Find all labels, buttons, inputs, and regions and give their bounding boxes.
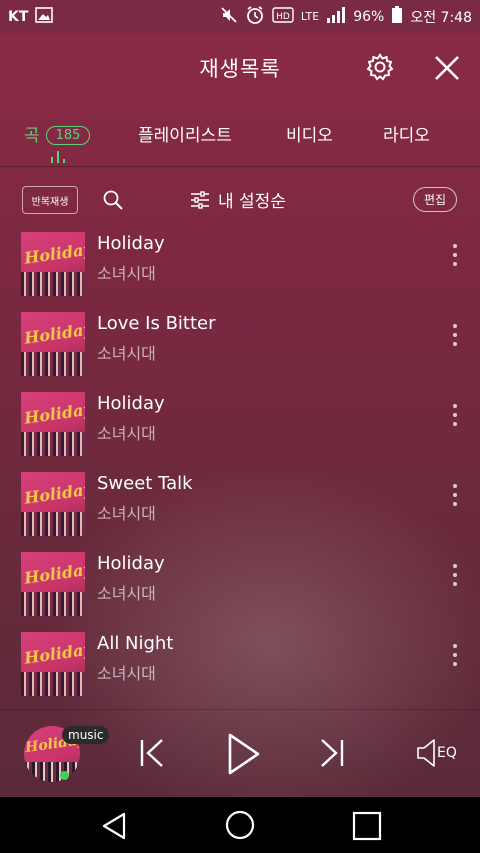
song-artist: 소녀시대	[97, 584, 156, 603]
edit-label: 편집	[423, 193, 447, 207]
song-title: Holiday	[97, 393, 165, 414]
carrier-label: KT	[8, 8, 29, 25]
song-artist: 소녀시대	[97, 504, 156, 523]
song-artist: 소녀시대	[97, 424, 156, 443]
next-track-icon[interactable]	[316, 736, 346, 774]
more-options-icon[interactable]	[450, 244, 460, 274]
tab-videos[interactable]: 비디오	[286, 121, 333, 146]
tab-playlists[interactable]: 플레이리스트	[138, 121, 232, 146]
album-art-text: Holiday	[23, 639, 85, 668]
song-artist: 소녀시대	[97, 344, 156, 363]
edit-button[interactable]: 편집	[413, 187, 457, 212]
song-title: Holiday	[97, 233, 165, 254]
sort-label: 내 설정순	[218, 192, 286, 212]
song-count-badge: 185	[45, 126, 91, 145]
mute-icon	[220, 6, 238, 28]
repeat-label: 반복재생	[31, 196, 69, 208]
hd-voice-icon: HD	[272, 6, 294, 27]
song-row[interactable]: Holiday Sweet Talk 소녀시대	[0, 467, 480, 537]
recent-apps-icon[interactable]	[352, 811, 382, 845]
album-art-text: Holiday	[23, 319, 85, 348]
more-options-icon[interactable]	[450, 564, 460, 594]
close-icon[interactable]	[432, 53, 462, 83]
more-options-icon[interactable]	[450, 644, 460, 674]
tab-songs-label: 곡	[24, 126, 40, 146]
album-art-text: Holiday	[23, 479, 85, 508]
sort-button[interactable]: 내 설정순	[190, 187, 286, 212]
song-row[interactable]: Holiday Love Is Bitter 소녀시대	[0, 307, 480, 377]
album-art-text: Holiday	[23, 399, 85, 428]
song-row[interactable]: Holiday Holiday 소녀시대	[0, 387, 480, 457]
repeat-button[interactable]: 반복재생	[22, 186, 78, 214]
sliders-icon	[191, 190, 209, 209]
battery-percent: 96%	[353, 8, 385, 25]
mini-player: Holiday music EQ	[0, 709, 480, 797]
album-art-text: Holiday	[23, 239, 85, 268]
equalizer-button[interactable]: EQ	[416, 738, 457, 768]
more-options-icon[interactable]	[450, 404, 460, 434]
eq-label: EQ	[437, 745, 457, 761]
home-icon[interactable]	[225, 810, 255, 844]
song-row[interactable]: Holiday Holiday 소녀시대	[0, 227, 480, 297]
system-navigation-bar	[0, 797, 480, 853]
more-options-icon[interactable]	[450, 484, 460, 514]
settings-gear-icon[interactable]	[364, 51, 396, 83]
tab-bar: 곡 185 플레이리스트 비디오 라디오	[0, 113, 480, 167]
search-icon[interactable]	[102, 189, 124, 211]
lte-label: LTE	[300, 10, 320, 23]
tab-songs[interactable]: 곡 185	[24, 121, 91, 146]
back-icon[interactable]	[100, 811, 128, 845]
song-title: Holiday	[97, 553, 165, 574]
song-title: Sweet Talk	[97, 473, 193, 494]
tab-radio[interactable]: 라디오	[383, 121, 430, 146]
album-art: Holiday	[21, 312, 85, 376]
song-title: Love Is Bitter	[97, 313, 216, 334]
now-playing-bars-icon	[51, 151, 65, 163]
more-options-icon[interactable]	[450, 324, 460, 354]
svg-text:HD: HD	[276, 12, 290, 22]
alarm-icon	[245, 5, 265, 29]
album-art: Holiday	[21, 552, 85, 616]
music-badge: music	[62, 726, 110, 744]
speaker-icon	[417, 739, 435, 767]
battery-icon	[391, 5, 403, 28]
song-row[interactable]: Holiday All Night 소녀시대	[0, 627, 480, 697]
album-art: Holiday	[21, 472, 85, 536]
signal-icon	[326, 6, 346, 28]
header: 재생목록	[0, 33, 480, 101]
gallery-icon	[35, 6, 54, 27]
song-artist: 소녀시대	[97, 664, 156, 683]
album-art: Holiday	[21, 632, 85, 696]
clock: 오전 7:48	[410, 9, 472, 26]
play-icon[interactable]	[226, 732, 262, 780]
list-toolbar: 반복재생 내 설정순 편집	[0, 181, 480, 221]
album-art-text: Holiday	[23, 559, 85, 588]
previous-track-icon[interactable]	[138, 736, 168, 774]
album-art: Holiday	[21, 392, 85, 456]
song-artist: 소녀시대	[97, 264, 156, 283]
song-row[interactable]: Holiday Holiday 소녀시대	[0, 547, 480, 617]
album-art: Holiday	[21, 232, 85, 296]
status-bar: KT HD LTE 96% 오전 7:48	[0, 0, 480, 33]
song-title: All Night	[97, 633, 174, 654]
online-status-dot	[60, 771, 69, 780]
page-title: 재생목록	[199, 57, 281, 81]
playlist-screen: 재생목록 곡 185 플레이리스트 비디오 라디오 반복재생 내 설정순 편집 …	[0, 33, 480, 797]
